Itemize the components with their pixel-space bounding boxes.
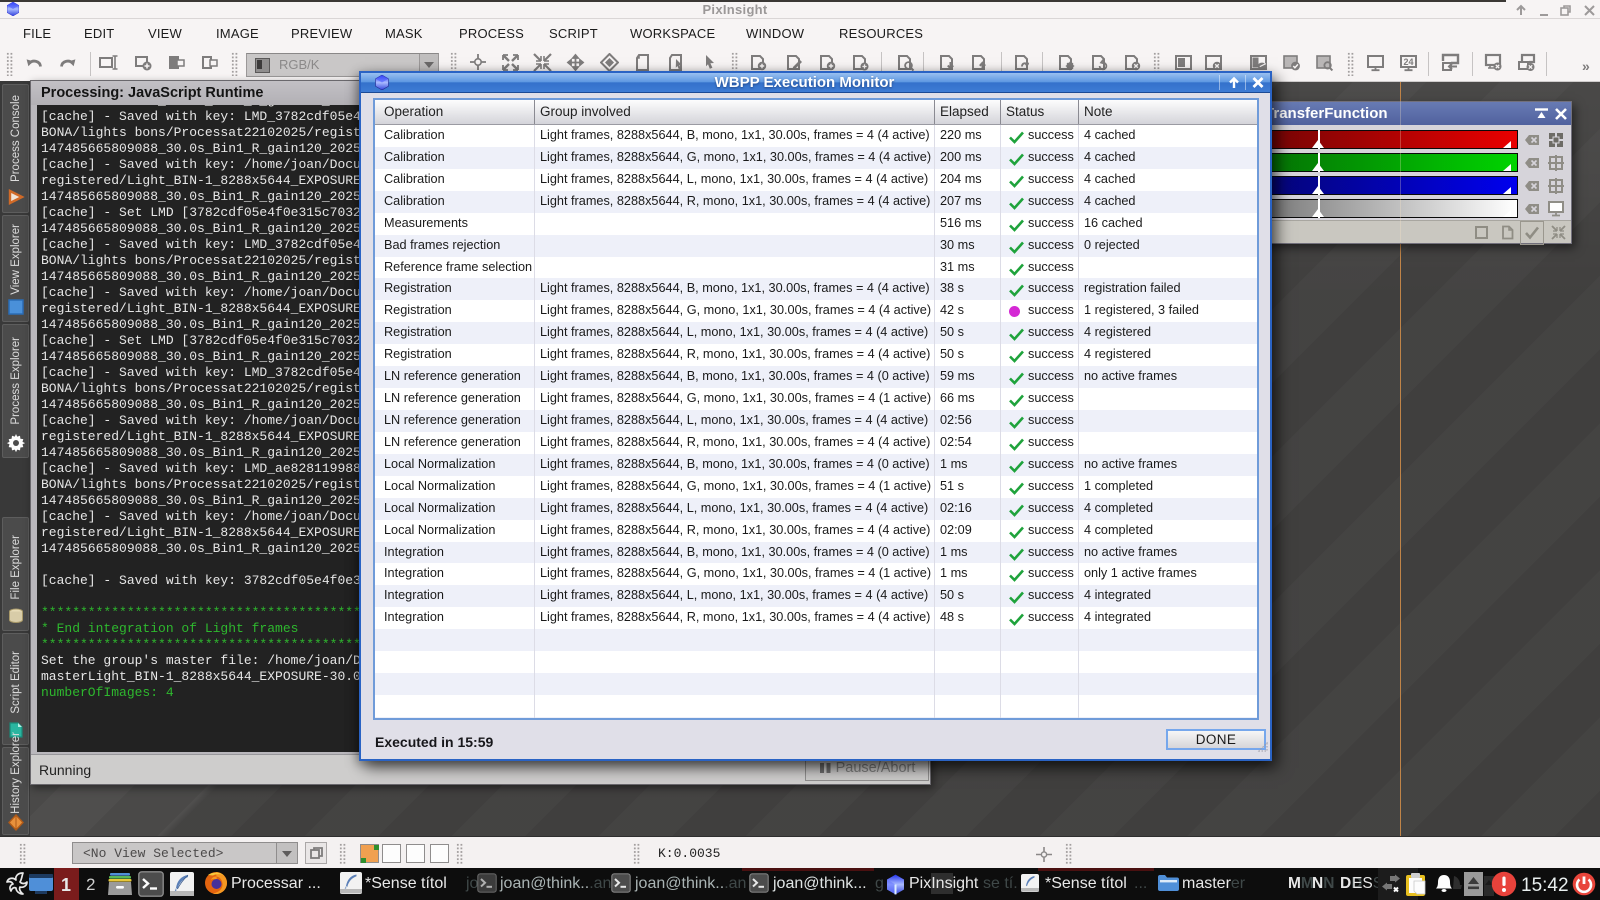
svg-text:24: 24 xyxy=(1403,57,1413,67)
